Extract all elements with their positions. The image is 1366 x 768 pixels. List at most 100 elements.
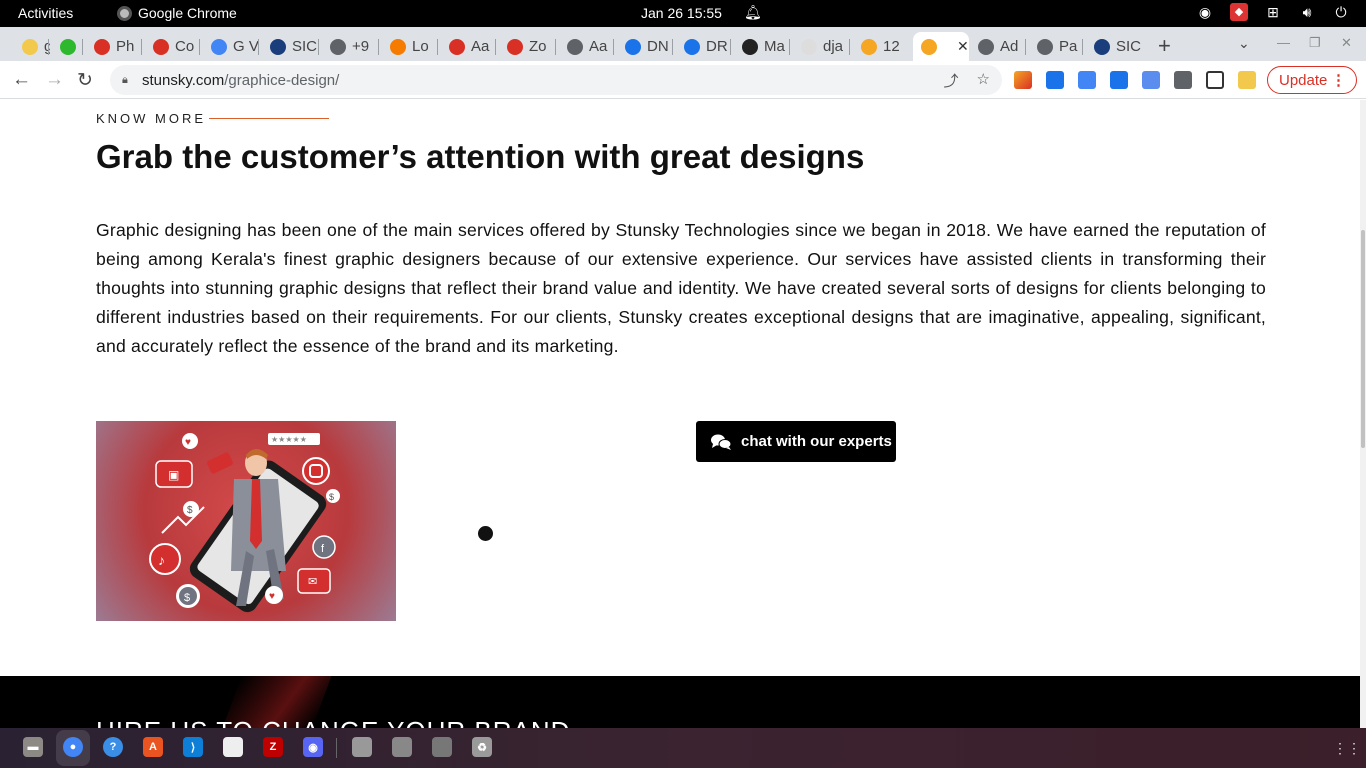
extension-fi-icon[interactable] [1046,71,1064,89]
tab-title: Aa [471,38,490,55]
tab-favicon-icon [153,38,169,55]
tab-separator [1025,39,1026,55]
browser-tab[interactable]: Ph [86,32,143,61]
tab-strip: g Ph Co G V SIC +9 Lo Aa Zo Aa DN DR Ma dja 12 ✕ Ad Pa SIC… [0,27,1366,61]
svg-text:♪: ♪ [158,552,165,568]
back-icon[interactable]: ← [12,69,31,91]
browser-tab[interactable]: Ad [970,32,1027,61]
forward-icon[interactable]: → [45,69,64,91]
network-icon[interactable]: ⊞ [1264,3,1282,21]
dock-separator [336,738,337,758]
scrollbar-thumb[interactable] [1361,230,1365,448]
tab-separator [849,39,850,55]
lock-icon[interactable]: 🔒︎ [122,74,132,86]
close-tab-icon[interactable]: ✕ [957,38,969,55]
browser-tab[interactable]: Ma [734,32,791,61]
app-menu[interactable]: Google Chrome [117,5,237,21]
cursor-indicator [478,526,493,541]
browser-tab[interactable]: Lo [382,32,439,61]
reload-icon[interactable]: ↻ [77,69,93,92]
browser-tab[interactable]: Aa [559,32,615,61]
tab-title: G V [233,38,259,55]
browser-tab[interactable]: DR [676,32,732,61]
browser-tab[interactable]: ✕ [913,32,969,61]
browser-tab[interactable]: SIC [1086,32,1144,61]
browser-tab[interactable]: DN [617,32,674,61]
volume-icon[interactable]: 🔊︎ [1298,3,1316,21]
browser-tab[interactable]: +9 [322,32,380,61]
extension-pen-icon[interactable] [1014,71,1032,89]
disk-icon[interactable] [352,737,372,757]
vscode-icon[interactable]: ⟩ [183,737,203,757]
address-bar[interactable]: 🔒︎ stunsky.com/graphice-design/ ⤴ ☆ [110,65,1002,95]
browser-tab[interactable]: g [14,32,50,61]
tab-title: dja [823,38,844,55]
system-tray[interactable]: ◉ ◆ ⊞ 🔊︎ ⏻ [1196,3,1350,21]
svg-text:$: $ [187,505,193,516]
browser-tab[interactable]: 12 [853,32,911,61]
browser-tab[interactable]: Aa [441,32,497,61]
tab-favicon-icon [684,38,700,55]
tab-title: +9 [352,38,370,55]
trash-icon[interactable]: ♻ [472,737,492,757]
tab-title: Ad [1000,38,1019,55]
help-icon[interactable]: ? [103,737,123,757]
archive-icon[interactable] [392,737,412,757]
maximize-icon[interactable]: ❐ [1309,35,1321,51]
software-icon[interactable]: A [143,737,163,757]
browser-tab[interactable]: G V [203,32,260,61]
new-tab-icon[interactable]: + [1158,33,1171,59]
close-window-icon[interactable]: ✕ [1341,35,1352,51]
minimize-icon[interactable]: — [1277,35,1290,50]
tab-separator [730,39,731,55]
chat-with-experts-button[interactable]: chat with our experts [696,421,896,462]
extension-doc-icon[interactable] [1142,71,1160,89]
update-button[interactable]: Update ⋮ [1267,66,1357,94]
alarm-bell-icon: 🔔︎ [744,4,762,20]
share-icon[interactable]: ⤴ [944,70,959,91]
extension-translate-icon[interactable] [1078,71,1096,89]
browser-tab[interactable]: dja [793,32,851,61]
tab-favicon-icon [567,38,583,55]
discord-icon[interactable]: ◉ [303,737,323,757]
tab-search-chevron-icon[interactable]: ⌄ [1238,35,1250,52]
extension-cup-icon[interactable] [1238,71,1256,89]
url-text[interactable]: stunsky.com/graphice-design/ [142,72,339,89]
tab-favicon-icon [449,38,465,55]
tab-title: SIC [1116,38,1142,55]
files-icon[interactable]: ▬ [23,737,43,757]
discord-tray-icon[interactable]: ◉ [1196,3,1214,21]
chrome-app-icon [117,5,132,21]
browser-tab[interactable]: Co [145,32,201,61]
svg-text:✉: ✉ [308,576,317,588]
tab-title: Zo [529,38,547,55]
tab-favicon-icon [60,38,76,55]
svg-text:♥: ♥ [269,591,275,602]
tab-separator [48,39,49,55]
browser-tab[interactable]: Zo [499,32,557,61]
browser-tab[interactable]: SIC [262,32,320,61]
activities-button[interactable]: Activities [18,5,73,21]
extensions-puzzle-icon[interactable] [1174,71,1192,89]
tab-favicon-icon [270,38,286,55]
browser-tab[interactable]: Pa [1029,32,1084,61]
text-editor-icon[interactable] [223,737,243,757]
tab-title: Lo [412,38,429,55]
extension-screen-icon[interactable] [1110,71,1128,89]
tab-separator [199,39,200,55]
tab-separator [318,39,319,55]
chat-bubbles-icon [711,434,732,450]
filezilla-icon[interactable]: Z [263,737,283,757]
know-more-eyebrow: KNOW MORE [96,111,207,126]
browser-tab[interactable] [52,32,84,61]
tab-title: Co [175,38,195,55]
red-tray-icon[interactable]: ◆ [1230,3,1248,21]
show-apps-grid-icon[interactable]: ⋮⋮⋮ [1333,740,1366,757]
drive-icon[interactable] [432,737,452,757]
chrome-icon[interactable]: ● [63,737,83,757]
bookmark-star-icon[interactable]: ☆ [977,70,990,91]
page-scrollbar[interactable] [1360,100,1366,728]
side-panel-icon[interactable] [1206,71,1224,89]
power-icon[interactable]: ⏻ [1332,3,1350,21]
clock[interactable]: Jan 26 15:55 [641,5,722,21]
